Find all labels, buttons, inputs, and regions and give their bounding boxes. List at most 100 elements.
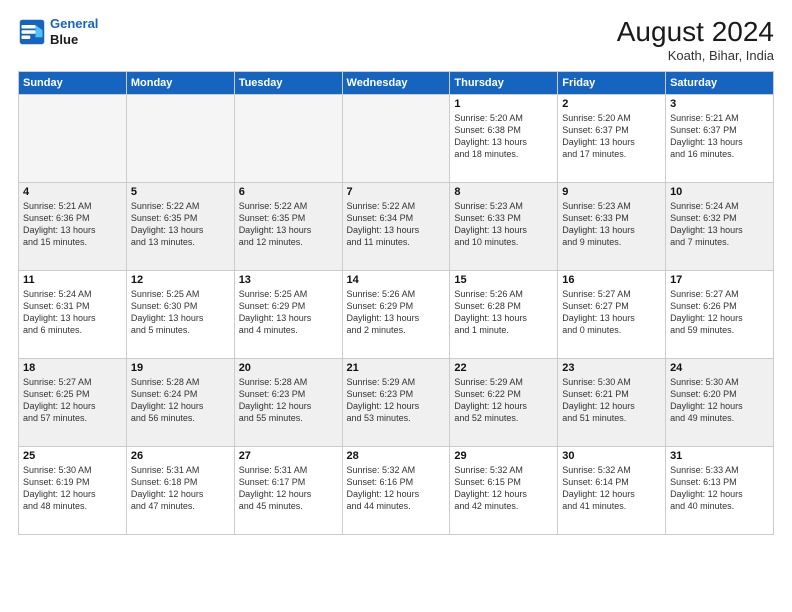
day-info: Sunrise: 5:31 AMSunset: 6:18 PMDaylight:… bbox=[131, 464, 230, 513]
calendar-cell: 9Sunrise: 5:23 AMSunset: 6:33 PMDaylight… bbox=[558, 183, 666, 271]
day-number: 4 bbox=[23, 186, 122, 198]
day-number: 14 bbox=[347, 274, 446, 286]
calendar-cell: 15 Sunrise: 5:26 AMSunset: 6:28 PMDayligh… bbox=[450, 271, 558, 359]
day-info: Sunrise: 5:27 AMSunset: 6:25 PMDaylight:… bbox=[23, 376, 122, 425]
day-info: Sunrise: 5:28 AMSunset: 6:24 PMDaylight:… bbox=[131, 376, 230, 425]
calendar-cell: 8 Sunrise: 5:23 AMSunset: 6:33 PMDaylight… bbox=[450, 183, 558, 271]
calendar-cell: 20 Sunrise: 5:28 AMSunset: 6:23 PMDayligh… bbox=[234, 359, 342, 447]
calendar-cell: 18Sunrise: 5:27 AMSunset: 6:25 PMDayligh… bbox=[19, 359, 127, 447]
day-number: 24 bbox=[670, 362, 769, 374]
day-info: Sunrise: 5:30 AMSunset: 6:20 PMDaylight:… bbox=[670, 376, 769, 425]
day-info: Sunrise: 5:21 AMSunset: 6:36 PMDaylight:… bbox=[23, 200, 122, 249]
calendar-cell bbox=[19, 95, 127, 183]
day-info: Sunrise: 5:32 AMSunset: 6:14 PMDaylight:… bbox=[562, 464, 661, 513]
weekday-saturday: Saturday bbox=[666, 72, 774, 95]
day-number: 26 bbox=[131, 450, 230, 462]
day-number: 16 bbox=[562, 274, 661, 286]
day-info: Sunrise: 5:29 AMSunset: 6:22 PMDaylight:… bbox=[454, 376, 553, 425]
calendar-cell: 5 Sunrise: 5:22 AMSunset: 6:35 PMDaylight… bbox=[126, 183, 234, 271]
calendar-cell: 24 Sunrise: 5:30 AMSunset: 6:20 PMDayligh… bbox=[666, 359, 774, 447]
day-info: Sunrise: 5:30 AMSunset: 6:21 PMDaylight:… bbox=[562, 376, 661, 425]
day-number: 12 bbox=[131, 274, 230, 286]
day-number: 1 bbox=[454, 98, 553, 110]
week-row-3: 11Sunrise: 5:24 AMSunset: 6:31 PMDayligh… bbox=[19, 271, 774, 359]
weekday-sunday: Sunday bbox=[19, 72, 127, 95]
calendar-cell: 23 Sunrise: 5:30 AMSunset: 6:21 PMDayligh… bbox=[558, 359, 666, 447]
day-info: Sunrise: 5:20 AMSunset: 6:37 PMDaylight:… bbox=[562, 112, 661, 161]
day-info: Sunrise: 5:23 AMSunset: 6:33 PMDaylight:… bbox=[454, 200, 553, 249]
day-info: Sunrise: 5:29 AMSunset: 6:23 PMDaylight:… bbox=[347, 376, 446, 425]
day-number: 3 bbox=[670, 98, 769, 110]
day-number: 9 bbox=[562, 186, 661, 198]
logo-text: General Blue bbox=[50, 16, 98, 47]
calendar-cell: 10 Sunrise: 5:24 AMSunset: 6:32 PMDayligh… bbox=[666, 183, 774, 271]
day-info: Sunrise: 5:25 AMSunset: 6:30 PMDaylight:… bbox=[131, 288, 230, 337]
day-info: Sunrise: 5:33 AMSunset: 6:13 PMDaylight:… bbox=[670, 464, 769, 513]
calendar-cell: 19 Sunrise: 5:28 AMSunset: 6:24 PMDayligh… bbox=[126, 359, 234, 447]
day-number: 25 bbox=[23, 450, 122, 462]
calendar-cell: 2 Sunrise: 5:20 AMSunset: 6:37 PMDaylight… bbox=[558, 95, 666, 183]
day-info: Sunrise: 5:20 AMSunset: 6:38 PMDaylight:… bbox=[454, 112, 553, 161]
day-number: 22 bbox=[454, 362, 553, 374]
day-number: 30 bbox=[562, 450, 661, 462]
week-row-1: 1 Sunrise: 5:20 AMSunset: 6:38 PMDaylight… bbox=[19, 95, 774, 183]
day-info: Sunrise: 5:25 AMSunset: 6:29 PMDaylight:… bbox=[239, 288, 338, 337]
day-number: 29 bbox=[454, 450, 553, 462]
calendar-cell bbox=[234, 95, 342, 183]
day-info: Sunrise: 5:21 AMSunset: 6:37 PMDaylight:… bbox=[670, 112, 769, 161]
calendar-cell: 27Sunrise: 5:31 AMSunset: 6:17 PMDayligh… bbox=[234, 447, 342, 535]
day-number: 10 bbox=[670, 186, 769, 198]
title-block: August 2024 Koath, Bihar, India bbox=[617, 16, 774, 63]
week-row-2: 4 Sunrise: 5:21 AMSunset: 6:36 PMDaylight… bbox=[19, 183, 774, 271]
weekday-tuesday: Tuesday bbox=[234, 72, 342, 95]
day-info: Sunrise: 5:27 AMSunset: 6:27 PMDaylight:… bbox=[562, 288, 661, 337]
weekday-header-row: SundayMondayTuesdayWednesdayThursdayFrid… bbox=[19, 72, 774, 95]
week-row-4: 18Sunrise: 5:27 AMSunset: 6:25 PMDayligh… bbox=[19, 359, 774, 447]
day-number: 19 bbox=[131, 362, 230, 374]
calendar-cell: 6Sunrise: 5:22 AMSunset: 6:35 PMDaylight… bbox=[234, 183, 342, 271]
week-row-5: 25Sunrise: 5:30 AMSunset: 6:19 PMDayligh… bbox=[19, 447, 774, 535]
day-info: Sunrise: 5:26 AMSunset: 6:29 PMDaylight:… bbox=[347, 288, 446, 337]
calendar-cell: 14 Sunrise: 5:26 AMSunset: 6:29 PMDayligh… bbox=[342, 271, 450, 359]
calendar-cell bbox=[342, 95, 450, 183]
weekday-monday: Monday bbox=[126, 72, 234, 95]
weekday-friday: Friday bbox=[558, 72, 666, 95]
day-info: Sunrise: 5:28 AMSunset: 6:23 PMDaylight:… bbox=[239, 376, 338, 425]
day-number: 28 bbox=[347, 450, 446, 462]
day-number: 21 bbox=[347, 362, 446, 374]
logo: General Blue bbox=[18, 16, 98, 47]
logo-icon bbox=[18, 18, 46, 46]
calendar-cell: 3 Sunrise: 5:21 AMSunset: 6:37 PMDaylight… bbox=[666, 95, 774, 183]
weekday-thursday: Thursday bbox=[450, 72, 558, 95]
day-info: Sunrise: 5:27 AMSunset: 6:26 PMDaylight:… bbox=[670, 288, 769, 337]
day-info: Sunrise: 5:26 AMSunset: 6:28 PMDaylight:… bbox=[454, 288, 553, 337]
calendar-cell: 1 Sunrise: 5:20 AMSunset: 6:38 PMDaylight… bbox=[450, 95, 558, 183]
day-number: 20 bbox=[239, 362, 338, 374]
day-number: 5 bbox=[131, 186, 230, 198]
day-number: 7 bbox=[347, 186, 446, 198]
calendar-cell: 13Sunrise: 5:25 AMSunset: 6:29 PMDayligh… bbox=[234, 271, 342, 359]
page: General Blue August 2024 Koath, Bihar, I… bbox=[0, 0, 792, 612]
calendar-cell: 22 Sunrise: 5:29 AMSunset: 6:22 PMDayligh… bbox=[450, 359, 558, 447]
weekday-wednesday: Wednesday bbox=[342, 72, 450, 95]
day-number: 27 bbox=[239, 450, 338, 462]
day-info: Sunrise: 5:22 AMSunset: 6:34 PMDaylight:… bbox=[347, 200, 446, 249]
day-number: 8 bbox=[454, 186, 553, 198]
day-info: Sunrise: 5:22 AMSunset: 6:35 PMDaylight:… bbox=[131, 200, 230, 249]
day-info: Sunrise: 5:24 AMSunset: 6:31 PMDaylight:… bbox=[23, 288, 122, 337]
calendar-cell bbox=[126, 95, 234, 183]
calendar-cell: 26 Sunrise: 5:31 AMSunset: 6:18 PMDayligh… bbox=[126, 447, 234, 535]
day-number: 2 bbox=[562, 98, 661, 110]
header: General Blue August 2024 Koath, Bihar, I… bbox=[18, 16, 774, 63]
calendar-cell: 12 Sunrise: 5:25 AMSunset: 6:30 PMDayligh… bbox=[126, 271, 234, 359]
calendar-cell: 17Sunrise: 5:27 AMSunset: 6:26 PMDayligh… bbox=[666, 271, 774, 359]
day-info: Sunrise: 5:24 AMSunset: 6:32 PMDaylight:… bbox=[670, 200, 769, 249]
calendar-cell: 16 Sunrise: 5:27 AMSunset: 6:27 PMDayligh… bbox=[558, 271, 666, 359]
day-number: 15 bbox=[454, 274, 553, 286]
calendar-table: SundayMondayTuesdayWednesdayThursdayFrid… bbox=[18, 71, 774, 535]
day-number: 23 bbox=[562, 362, 661, 374]
month-year: August 2024 bbox=[617, 16, 774, 48]
day-info: Sunrise: 5:32 AMSunset: 6:15 PMDaylight:… bbox=[454, 464, 553, 513]
day-number: 31 bbox=[670, 450, 769, 462]
calendar-cell: 7 Sunrise: 5:22 AMSunset: 6:34 PMDaylight… bbox=[342, 183, 450, 271]
